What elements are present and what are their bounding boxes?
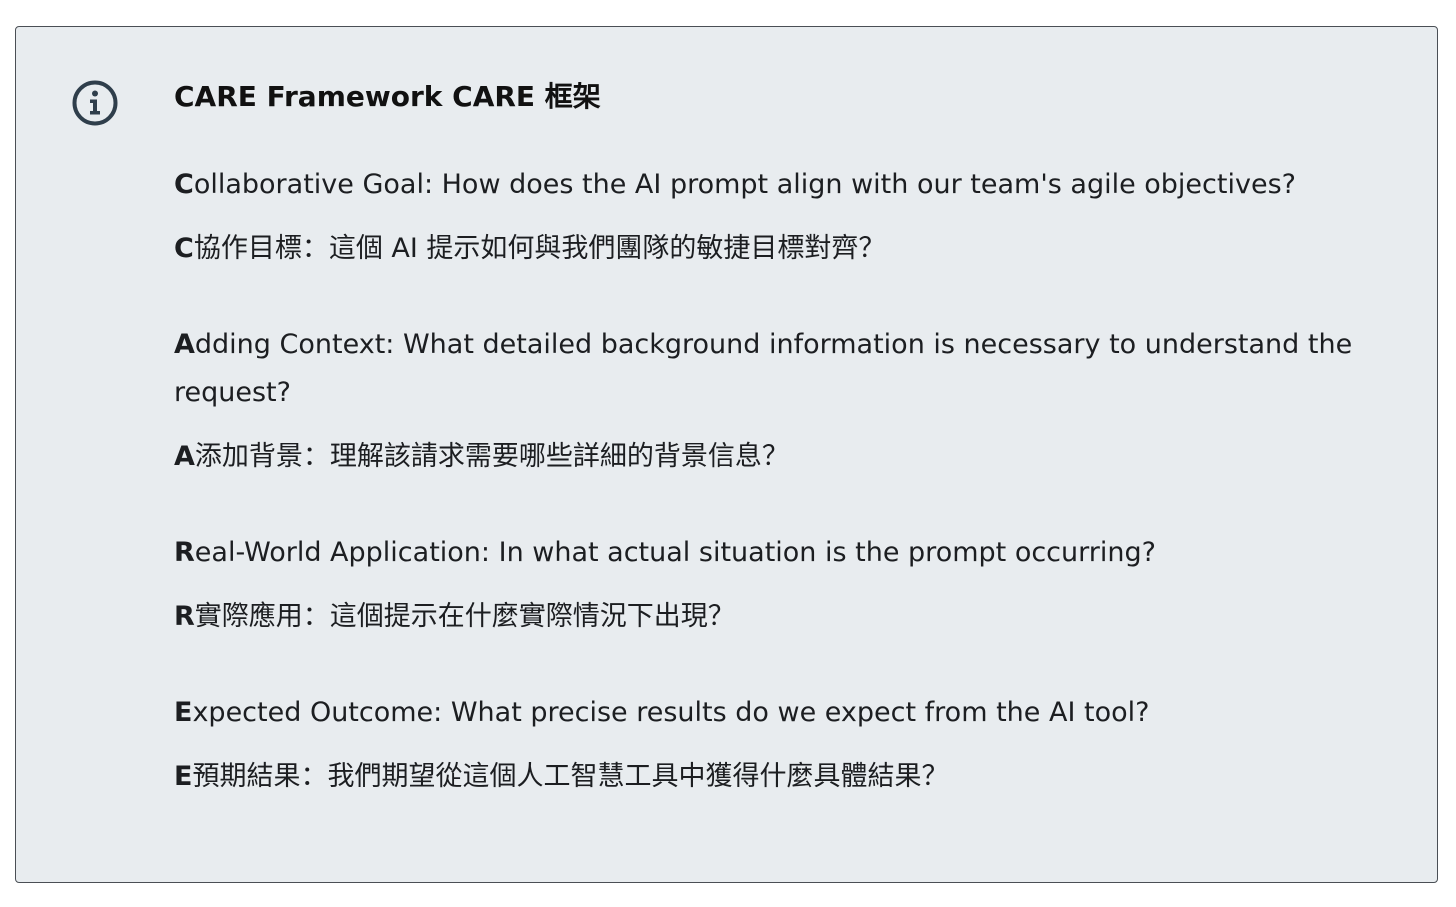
- section-en-text: Collaborative Goal: How does the AI prom…: [174, 161, 1354, 209]
- section-zh-text: E預期結果：我們期望從這個人工智慧工具中獲得什麼具體結果？: [174, 753, 1354, 801]
- section-collaborative-goal: Collaborative Goal: How does the AI prom…: [174, 161, 1354, 273]
- section-zh-body: 預期結果：我們期望從這個人工智慧工具中獲得什麼具體結果？: [192, 761, 949, 792]
- info-callout: CARE Framework CARE 框架 Collaborative Goa…: [15, 26, 1438, 883]
- section-en-text: Real-World Application: In what actual s…: [174, 529, 1354, 577]
- section-zh-body: 添加背景：理解該請求需要哪些詳細的背景信息？: [194, 441, 789, 472]
- section-zh-body: 協作目標：這個 AI 提示如何與我們團隊的敏捷目標對齊？: [193, 233, 886, 264]
- section-en-text: Expected Outcome: What precise results d…: [174, 689, 1354, 737]
- section-zh-letter: C: [174, 233, 194, 264]
- section-zh-letter: A: [174, 441, 195, 472]
- section-expected-outcome: Expected Outcome: What precise results d…: [174, 689, 1354, 801]
- section-letter: C: [174, 169, 194, 200]
- info-icon: [72, 80, 118, 126]
- section-zh-text: C協作目標：這個 AI 提示如何與我們團隊的敏捷目標對齊？: [174, 225, 1354, 273]
- section-zh-letter: R: [174, 601, 195, 632]
- section-zh-body: 實際應用：這個提示在什麼實際情況下出現？: [194, 601, 735, 632]
- section-real-world-application: Real-World Application: In what actual s…: [174, 529, 1354, 641]
- section-zh-letter: E: [174, 761, 193, 792]
- callout-title: CARE Framework CARE 框架: [174, 80, 601, 113]
- section-letter: E: [174, 697, 193, 728]
- section-adding-context: Adding Context: What detailed background…: [174, 321, 1354, 481]
- section-letter: A: [174, 329, 195, 360]
- section-en-body: xpected Outcome: What precise results do…: [192, 697, 1150, 728]
- section-zh-text: A添加背景：理解該請求需要哪些詳細的背景信息？: [174, 433, 1354, 481]
- section-zh-text: R實際應用：這個提示在什麼實際情況下出現？: [174, 593, 1354, 641]
- section-en-body: eal-World Application: In what actual si…: [194, 537, 1156, 568]
- section-letter: R: [174, 537, 195, 568]
- section-en-text: Adding Context: What detailed background…: [174, 321, 1354, 417]
- callout-content: CARE Framework CARE 框架 Collaborative Goa…: [174, 77, 1354, 849]
- section-en-body: ollaborative Goal: How does the AI promp…: [193, 169, 1296, 200]
- section-en-body: dding Context: What detailed background …: [174, 329, 1353, 408]
